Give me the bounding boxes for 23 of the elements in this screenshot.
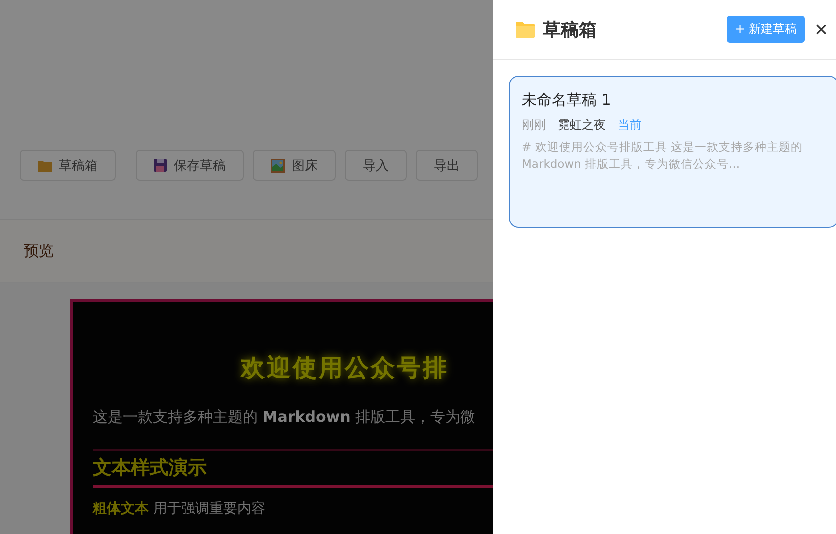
toolbar-button[interactable]: 保存草稿: [136, 150, 244, 181]
draft-title: 未命名草稿 1: [522, 91, 612, 110]
toolbar-button[interactable]: 导出: [416, 150, 478, 181]
body-text: 用于强调重要内容: [153, 501, 266, 517]
new-draft-button[interactable]: + 新建草稿: [727, 16, 806, 43]
preview-title: 预览: [24, 242, 54, 260]
close-button[interactable]: ×: [813, 18, 830, 40]
picture-icon: [271, 158, 285, 172]
toolbar-button[interactable]: 导入: [345, 150, 407, 181]
folder-icon: [38, 160, 52, 172]
article-paragraph: 这是一款支持多种主题的 Markdown 排版工具，专为微: [93, 408, 477, 427]
draft-excerpt: # 欢迎使用公众号排版工具 这是一款支持多种主题的 Markdown 排版工具，专为微信公众号...: [522, 139, 804, 174]
article-heading: 欢迎使用公众号排: [241, 353, 450, 384]
toolbar-button[interactable]: 草稿箱: [20, 150, 116, 181]
toolbar-button[interactable]: 图床: [253, 150, 336, 181]
current-label: 当前: [618, 117, 642, 134]
draft-theme: 霓虹之夜: [558, 117, 606, 134]
draft-time: 刚刚: [522, 117, 546, 134]
drawer-title: 草稿箱: [543, 18, 598, 42]
backdrop-overlay[interactable]: [0, 0, 493, 534]
draft-card[interactable]: 未命名草稿 1 刚刚 霓虹之夜 当前 # 欢迎使用公众号排版工具 这是一款支持多种主题的 Markdown 排版工具，专为微信公众号...: [509, 76, 836, 228]
folder-icon: [516, 22, 535, 38]
bold-text: 粗体文本: [93, 501, 149, 517]
